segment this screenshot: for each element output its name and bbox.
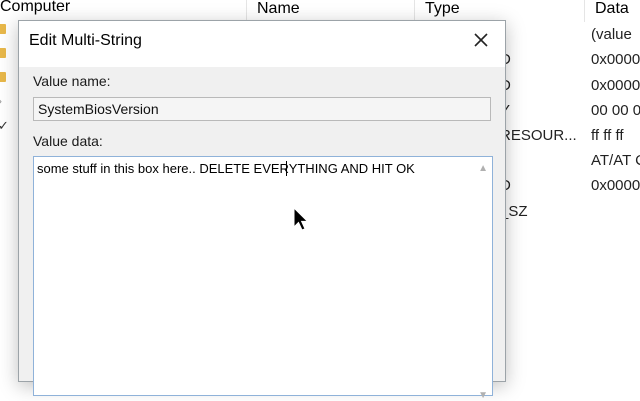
chevron-right-icon[interactable]: › [0,94,2,108]
scroll-up-icon[interactable]: ▲ [478,163,488,174]
value-data-label: Value data: [33,133,103,149]
vertical-scrollbar[interactable]: ▲ ▼ [474,157,492,401]
value-name-field: SystemBiosVersion [33,97,491,121]
column-header-name[interactable]: Name [247,0,415,22]
value-data-text: some stuff in this box here.. DELETE EVE… [37,161,415,176]
text-caret [286,161,287,176]
close-button[interactable] [469,29,493,53]
scroll-down-icon[interactable]: ▼ [478,390,488,401]
row-data-cell: AT/AT C [591,152,640,169]
row-data-cell: 00 00 0 [591,102,640,119]
edit-multi-string-dialog: Edit Multi-String Value name: SystemBios… [18,20,506,401]
folder-icon [0,48,6,58]
column-header-type[interactable]: Type [415,0,585,22]
folder-icon [0,24,6,34]
tree-root-computer[interactable]: Computer [0,0,70,16]
close-icon [474,33,488,47]
column-header-data[interactable]: Data [585,0,640,22]
value-name-label: Value name: [33,73,111,89]
row-data-cell: 0x0000 [591,177,640,194]
row-data-cell: (value [591,26,632,43]
folder-icon [0,72,6,82]
row-data-cell: ff ff ff [591,127,624,144]
row-data-cell: 0x0000 [591,77,640,94]
row-data-cell: 0x0000 [591,51,640,68]
mouse-pointer-icon [293,207,309,231]
dialog-body: Value name: SystemBiosVersion Value data… [19,67,505,401]
row-type-cell: RESOUR... [500,127,577,144]
dialog-title: Edit Multi-String [29,32,142,49]
chevron-down-icon[interactable]: ✓ [0,118,9,134]
value-data-textarea[interactable]: some stuff in this box here.. DELETE EVE… [33,156,493,401]
